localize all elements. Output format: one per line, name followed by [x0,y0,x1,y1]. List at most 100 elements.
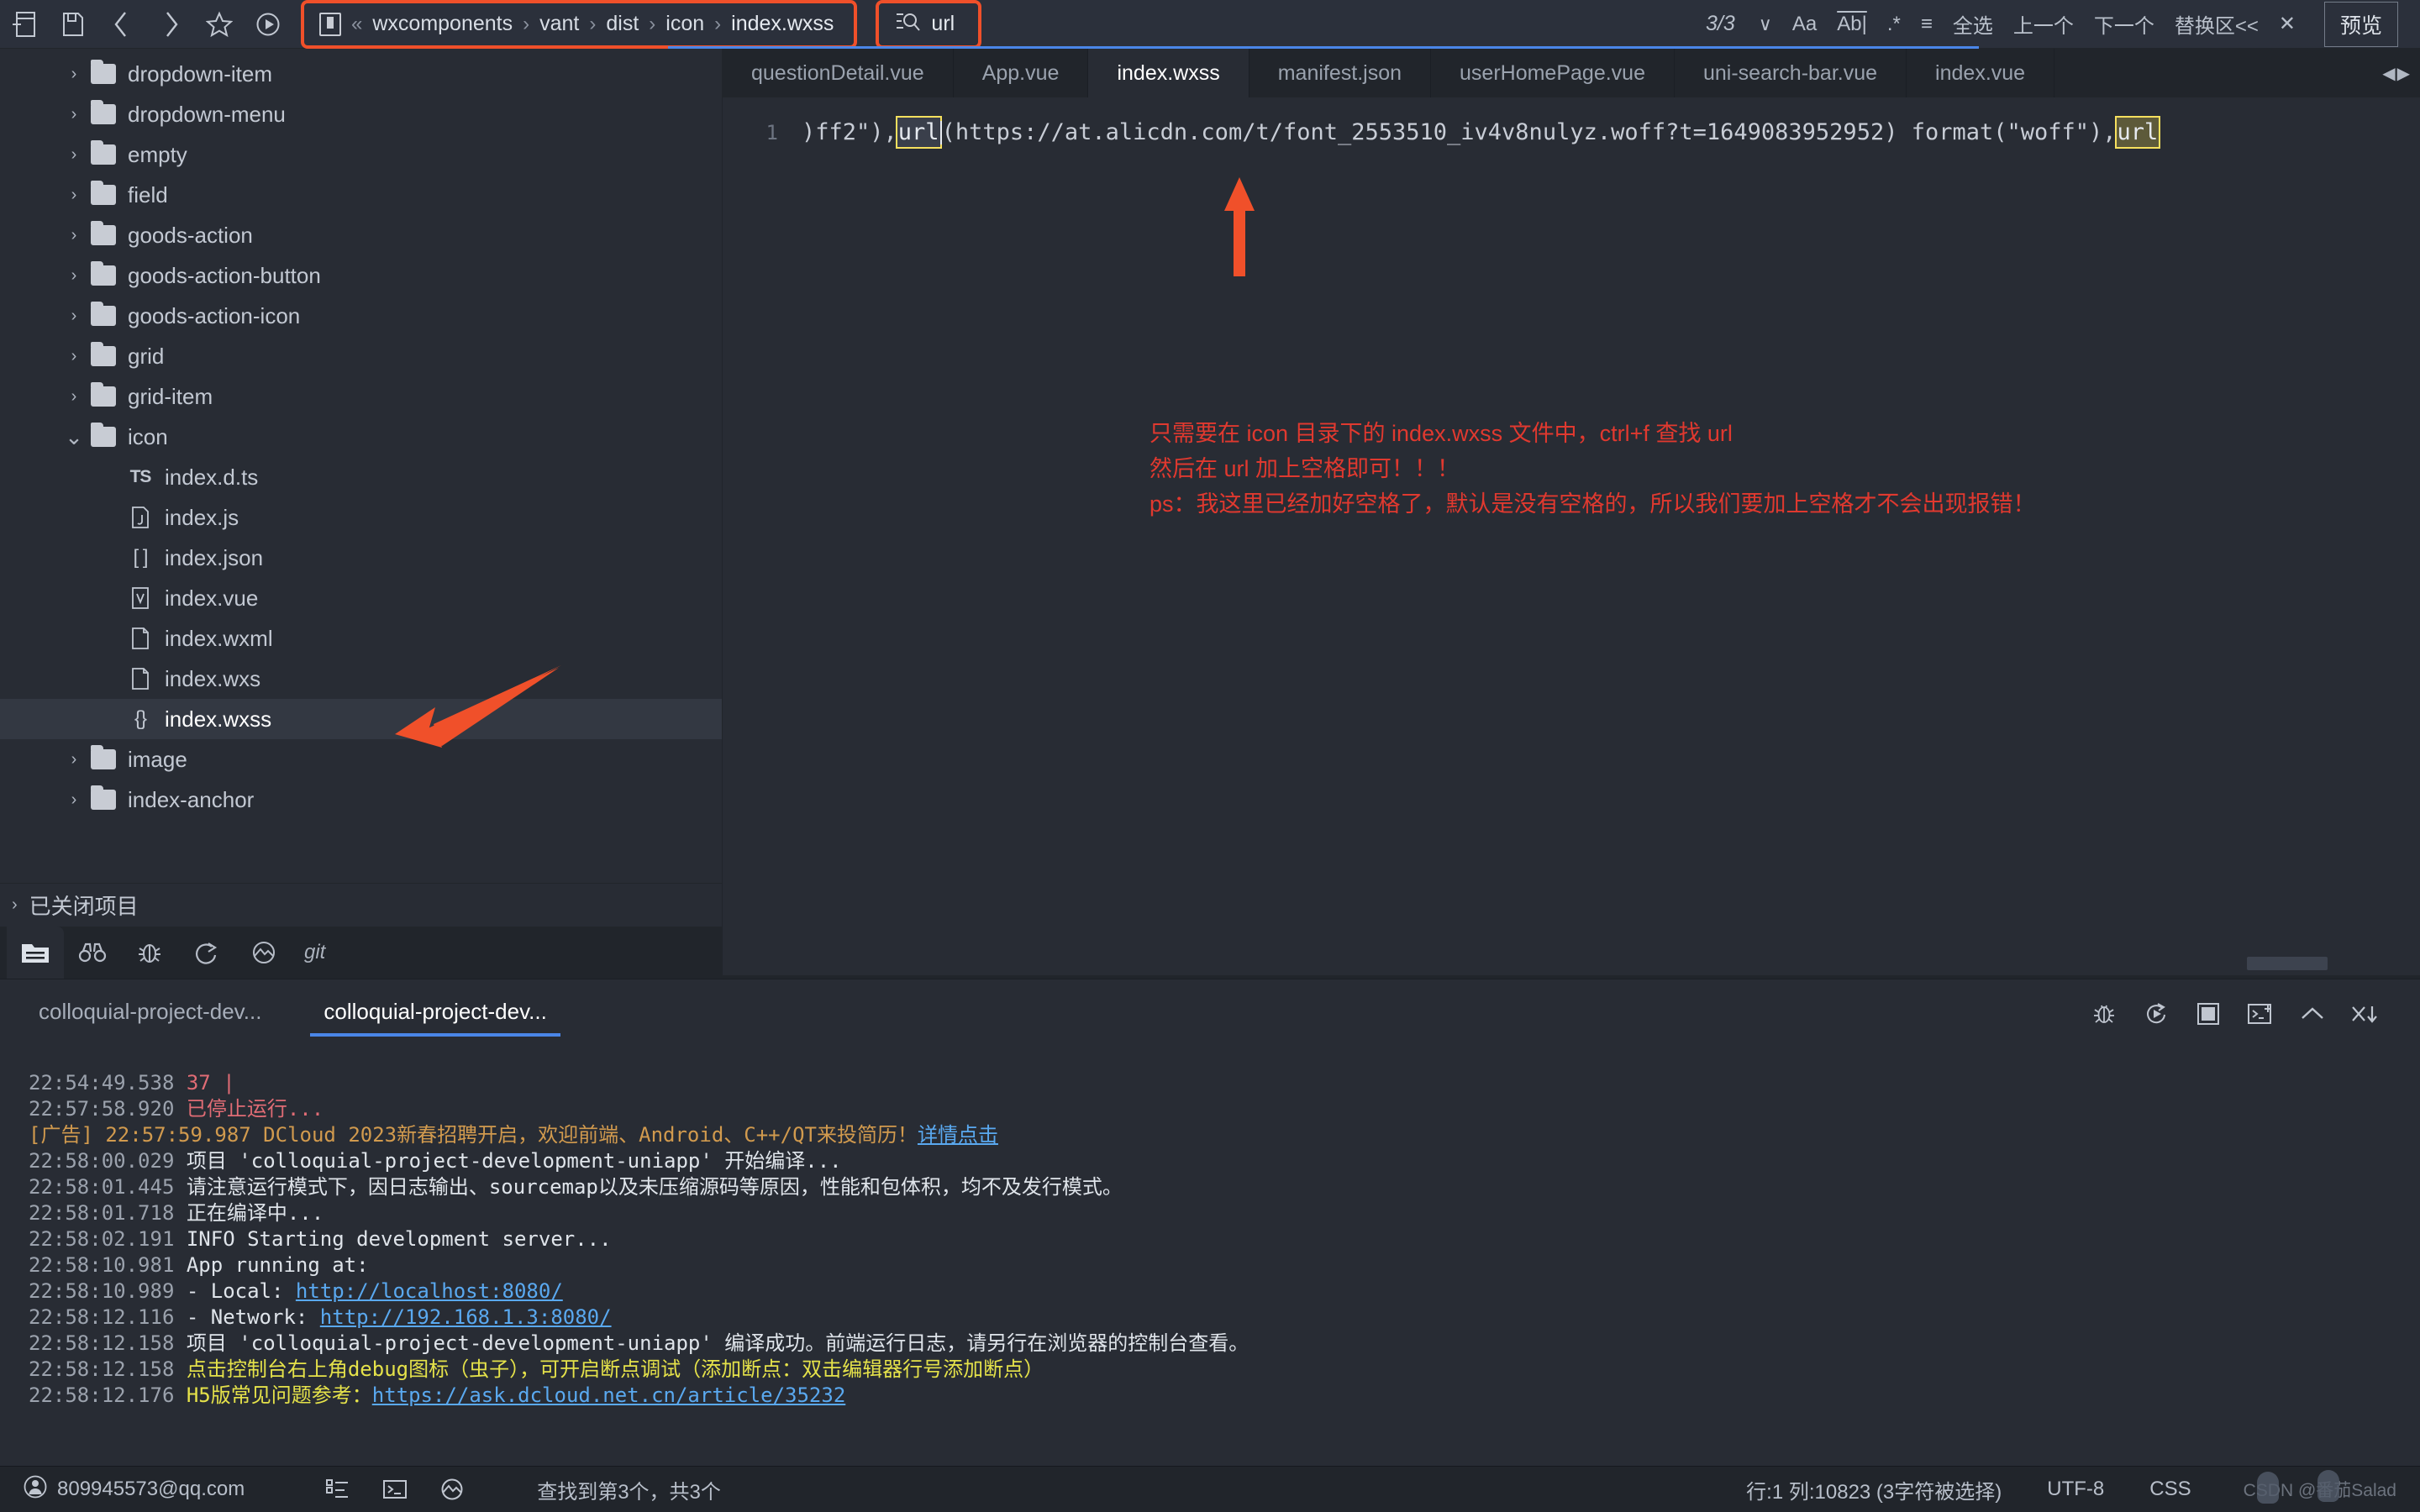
chevron-right-icon[interactable]: › [62,105,86,124]
breadcrumb-segment-0[interactable]: wxcomponents [372,12,513,36]
breadcrumb[interactable]: « wxcomponents › vant › dist › icon › in… [309,6,849,43]
find-previous-button[interactable]: 上一个 [2003,6,2084,43]
scrollbar-thumb[interactable] [2247,957,2328,970]
rerun-icon[interactable] [2134,992,2178,1036]
log-link[interactable]: 详情点击 [918,1123,998,1147]
run-arrow-icon[interactable] [178,927,235,979]
regex-icon[interactable]: .* [1877,6,1911,43]
tree-item-empty[interactable]: ›empty [0,134,722,175]
code-editor[interactable]: 1 )ff2"), url (https://at.alicdn.com/t/f… [723,97,2420,975]
closed-projects-row[interactable]: › 已关闭项目 [0,883,722,927]
editor-tab-uni-search-bar.vue[interactable]: uni-search-bar.vue [1675,49,1907,97]
log-link[interactable]: https://ask.dcloud.net.cn/article/35232 [372,1383,846,1407]
editor-tab-questionDetail.vue[interactable]: questionDetail.vue [723,49,954,97]
debug-bug-icon[interactable] [2082,992,2126,1036]
search-binoculars-icon[interactable] [64,927,121,979]
encoding-label[interactable]: UTF-8 [2047,1478,2104,1501]
editor-tab-index.wxss[interactable]: index.wxss [1088,49,1249,97]
tree-item-index.wxml[interactable]: index.wxml [0,618,722,659]
tree-item-index.d.ts[interactable]: TSindex.d.ts [0,457,722,497]
code-line-1[interactable]: 1 )ff2"), url (https://at.alicdn.com/t/f… [723,118,2420,147]
breadcrumb-segment-2[interactable]: dist [606,12,639,36]
chevron-right-icon[interactable]: › [62,266,86,286]
tree-item-index.vue[interactable]: index.vue [0,578,722,618]
editor-tab-manifest.json[interactable]: manifest.json [1249,49,1431,97]
tree-item-field[interactable]: ›field [0,175,722,215]
editor-tab-index.vue[interactable]: index.vue [1907,49,2054,97]
log-link[interactable]: http://192.168.1.3:8080/ [320,1305,612,1329]
run-icon[interactable] [244,0,292,49]
match-case-icon[interactable]: Aa [1782,6,1827,43]
whole-word-icon[interactable]: Ab| [1827,6,1877,43]
console-tabbar[interactable]: colloquial-project-dev... colloquial-proj… [0,979,2420,1048]
chevron-right-icon[interactable]: › [62,750,86,769]
tree-item-goods-action-button[interactable]: ›goods-action-button [0,255,722,296]
chevron-right-icon[interactable]: › [62,347,86,366]
tab-scroll-arrows-icon[interactable]: ◀▶ [2372,49,2420,97]
project-explorer-icon[interactable] [7,927,64,979]
console-tab-1[interactable]: colloquial-project-dev... [310,990,560,1038]
language-mode-label[interactable]: CSS [2149,1478,2191,1501]
terminal-icon[interactable] [377,1472,413,1507]
new-file-icon[interactable] [0,0,49,49]
file-tree[interactable]: ›dropdown-item›dropdown-menu›empty›field… [0,49,722,883]
log-link[interactable]: http://localhost:8080/ [296,1279,563,1303]
breadcrumb-wrapper[interactable]: « wxcomponents › vant › dist › icon › in… [309,6,849,43]
chevron-right-icon[interactable]: › [62,790,86,810]
tree-item-dropdown-item[interactable]: ›dropdown-item [0,54,722,94]
chevron-right-icon[interactable]: › [12,895,18,915]
tree-item-dropdown-menu[interactable]: ›dropdown-menu [0,94,722,134]
code-match-url-1[interactable]: url [897,118,940,147]
find-next-button[interactable]: 下一个 [2084,6,2165,43]
chevron-down-icon[interactable]: ∨ [1749,6,1782,43]
code-match-url-2[interactable]: url [2117,118,2160,147]
tree-item-grid-item[interactable]: ›grid-item [0,376,722,417]
clear-scroll-icon[interactable] [2343,992,2386,1036]
tree-item-goods-action[interactable]: ›goods-action [0,215,722,255]
preview-button[interactable]: 预览 [2324,2,2398,47]
cursor-position[interactable]: 行:1 列:10823 (3字符被选择) [1746,1475,2002,1504]
chevron-right-icon[interactable]: › [62,226,86,245]
editor-tabbar[interactable]: questionDetail.vueApp.vueindex.wxssmanif… [723,49,2420,97]
tree-item-icon[interactable]: ⌄icon [0,417,722,457]
new-terminal-icon[interactable] [2238,992,2282,1036]
tree-item-index.js[interactable]: index.js [0,497,722,538]
plugin-icon[interactable] [434,1472,470,1507]
chevron-right-icon[interactable]: › [62,387,86,407]
git-label[interactable]: git [292,941,337,964]
breadcrumb-segment-3[interactable]: icon [666,12,704,36]
tree-item-goods-action-icon[interactable]: ›goods-action-icon [0,296,722,336]
tree-item-grid[interactable]: ›grid [0,336,722,376]
stop-square-icon[interactable] [2186,992,2230,1036]
editor-tab-userHomePage.vue[interactable]: userHomePage.vue [1431,49,1675,97]
in-selection-icon[interactable]: ≡ [1911,6,1943,43]
account-area[interactable]: 809945573@qq.com [24,1475,245,1504]
chevron-right-icon[interactable]: › [62,145,86,165]
chevron-right-icon[interactable]: › [62,65,86,84]
chevron-right-icon[interactable]: › [62,186,86,205]
account-email[interactable]: 809945573@qq.com [57,1478,245,1501]
back-icon[interactable] [97,0,146,49]
close-find-button[interactable]: ✕ [2269,6,2306,43]
save-icon[interactable] [49,0,97,49]
find-field-wrapper[interactable]: url [884,6,973,43]
breadcrumb-ellipsis[interactable]: « [351,14,362,34]
console-tab-0[interactable]: colloquial-project-dev... [25,990,275,1038]
console-log[interactable]: 22:54:49.538 37 |22:57:58.920 已停止运行...[广… [0,1048,2420,1466]
select-all-button[interactable]: 全选 [1943,6,2003,43]
breadcrumb-segment-1[interactable]: vant [539,12,579,36]
debug-bug-icon[interactable] [121,927,178,979]
tree-item-index-anchor[interactable]: ›index-anchor [0,780,722,820]
replace-toggle-button[interactable]: 替换区<< [2165,6,2269,43]
editor-tab-App.vue[interactable]: App.vue [954,49,1089,97]
chevron-down-icon[interactable]: ⌄ [62,432,86,443]
breadcrumb-segment-4[interactable]: index.wxss [731,12,834,36]
collapse-up-icon[interactable] [2291,992,2334,1036]
forward-icon[interactable] [146,0,195,49]
editor-horizontal-scrollbar[interactable] [723,960,2420,972]
chevron-right-icon[interactable]: › [62,307,86,326]
find-input-box[interactable]: url [884,6,973,43]
favorite-star-icon[interactable] [195,0,244,49]
find-input-value[interactable]: url [931,12,955,36]
outline-list-icon[interactable] [320,1472,355,1507]
